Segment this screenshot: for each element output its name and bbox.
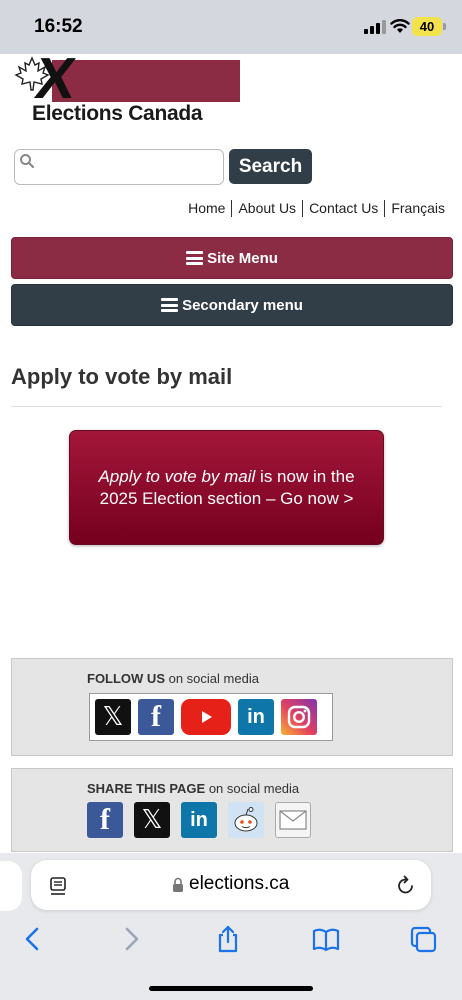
page-title: Apply to vote by mail (11, 364, 233, 389)
battery-indicator: 40 (412, 17, 442, 36)
share-icon[interactable] (213, 925, 243, 953)
bookmarks-icon[interactable] (311, 925, 341, 953)
url-text: elections.ca (189, 873, 290, 894)
hamburger-icon (161, 298, 179, 312)
share-heading-bold: SHARE THIS PAGE (87, 781, 206, 796)
logo-bar (52, 60, 240, 102)
previous-tab-preview[interactable] (0, 861, 22, 911)
share-heading: SHARE THIS PAGE on social media (87, 781, 299, 796)
linkedin-icon[interactable]: in (238, 699, 274, 735)
x-twitter-icon[interactable]: 𝕏 (95, 699, 131, 735)
site-menu-label: Site Menu (207, 249, 278, 267)
share-icons-group: f 𝕏 in (87, 802, 311, 838)
logo-x-mark: X (31, 46, 80, 111)
page-menu-icon[interactable] (49, 876, 69, 896)
follow-us-panel: FOLLOW US on social media 𝕏 f in (11, 658, 453, 756)
forward-icon[interactable] (116, 925, 146, 953)
browser-toolbar: elections.ca (0, 853, 462, 1000)
facebook-icon[interactable]: f (138, 699, 174, 735)
instagram-icon[interactable] (281, 699, 317, 735)
francais-link[interactable]: Français (391, 200, 445, 217)
share-heading-rest: on social media (205, 781, 300, 796)
tabs-icon[interactable] (409, 925, 439, 953)
contact-us-link[interactable]: Contact Us (309, 200, 378, 217)
wifi-icon (390, 19, 410, 33)
share-email-icon[interactable] (275, 802, 311, 838)
secondary-menu-button[interactable]: Secondary menu (11, 284, 453, 326)
back-icon[interactable] (18, 925, 48, 953)
follow-heading: FOLLOW US on social media (87, 671, 259, 686)
election-section-banner-button[interactable]: Apply to vote by mail is now in the 2025… (69, 430, 384, 545)
search-field[interactable] (14, 149, 224, 185)
share-page-panel: SHARE THIS PAGE on social media f 𝕏 in (11, 768, 453, 852)
banner-text: Apply to vote by mail is now in the 2025… (84, 466, 369, 510)
divider (302, 200, 304, 217)
follow-heading-bold: FOLLOW US (87, 671, 165, 686)
lock-icon (173, 877, 183, 892)
home-indicator (149, 986, 313, 991)
hamburger-icon (186, 251, 204, 265)
follow-heading-rest: on social media (165, 671, 259, 686)
follow-icons-group: 𝕏 f in (89, 693, 333, 741)
battery-cap (443, 23, 446, 30)
reload-icon[interactable] (395, 875, 417, 897)
youtube-icon[interactable] (181, 699, 231, 735)
share-x-twitter-icon[interactable]: 𝕏 (134, 802, 170, 838)
divider (231, 200, 233, 217)
about-us-link[interactable]: About Us (238, 200, 296, 217)
secondary-menu-label: Secondary menu (182, 296, 303, 314)
share-facebook-icon[interactable]: f (87, 802, 123, 838)
search-input[interactable] (37, 152, 217, 182)
status-time: 16:52 (34, 16, 83, 37)
share-linkedin-icon[interactable]: in (181, 802, 217, 838)
share-reddit-icon[interactable] (228, 802, 264, 838)
logo-text: Elections Canada (32, 102, 203, 125)
address-bar[interactable]: elections.ca (31, 860, 431, 910)
divider (384, 200, 386, 217)
elections-canada-logo[interactable]: X Elections Canada (14, 46, 242, 126)
home-link[interactable]: Home (188, 200, 225, 217)
title-divider (11, 406, 442, 407)
site-menu-button[interactable]: Site Menu (11, 237, 453, 279)
banner-italic-text: Apply to vote by mail (98, 466, 256, 486)
search-button[interactable]: Search (229, 149, 312, 184)
cell-signal-icon (364, 20, 386, 34)
top-nav-links: Home About Us Contact Us Français (188, 200, 445, 217)
search-icon (20, 154, 35, 169)
